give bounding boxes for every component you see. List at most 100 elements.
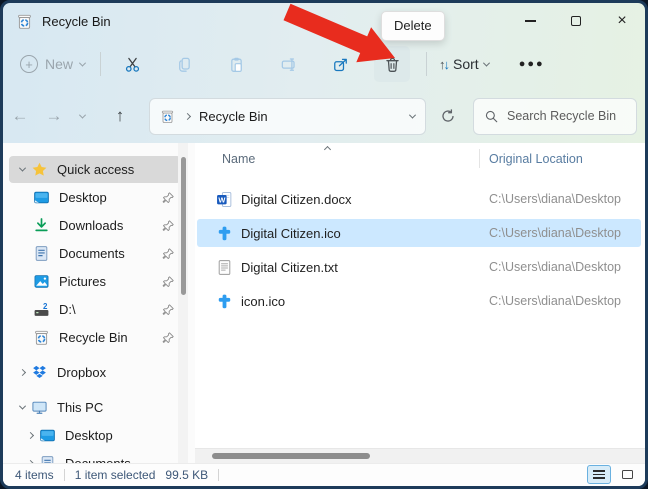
search-input[interactable]	[507, 109, 626, 123]
pin-icon	[162, 275, 175, 288]
chevron-right-icon	[18, 368, 26, 377]
paste-button[interactable]	[218, 46, 254, 82]
file-name: Digital Citizen.ico	[241, 225, 341, 241]
pin-icon	[162, 303, 175, 316]
share-icon	[333, 58, 347, 71]
clipboard-icon	[230, 57, 242, 72]
copy-button[interactable]	[166, 46, 202, 82]
address-box[interactable]: Recycle Bin	[149, 97, 426, 135]
window-title: Recycle Bin	[42, 13, 111, 29]
sidebar-item-desktop[interactable]: Desktop	[9, 184, 181, 211]
close-button[interactable]: ×	[599, 3, 645, 39]
sidebar-item-label: Desktop	[65, 428, 113, 443]
sort-ascending-icon	[323, 145, 332, 154]
file-row[interactable]: icon.ico C:\Users\diana\Desktop	[197, 287, 641, 315]
column-divider[interactable]	[479, 149, 480, 168]
star-icon	[31, 161, 48, 178]
desktop-icon	[39, 427, 56, 444]
maximize-button[interactable]	[553, 3, 599, 39]
file-name: icon.ico	[241, 293, 286, 309]
breadcrumb[interactable]: Recycle Bin	[199, 109, 268, 124]
rename-button[interactable]	[270, 46, 306, 82]
navigation-bar: ← → ↑ Recycle Bin	[3, 91, 645, 141]
sidebar-item-label: Dropbox	[57, 365, 107, 380]
sidebar-item-d-drive[interactable]: 2 D:\	[9, 296, 181, 323]
new-button[interactable]: + New	[20, 55, 87, 73]
status-bar: 4 items 1 item selected 99.5 KB	[3, 463, 645, 486]
see-more-button[interactable]: ●●●	[519, 58, 545, 70]
sidebar-item-downloads[interactable]: Downloads	[9, 212, 181, 239]
rename-icon	[281, 57, 295, 71]
drive-icon: 2	[33, 301, 50, 318]
title-bar: Recycle Bin ×	[3, 3, 645, 39]
sidebar-item-this-pc[interactable]: This PC	[9, 394, 181, 421]
text-document-icon	[216, 259, 233, 276]
status-divider	[218, 469, 220, 481]
plus-icon: +	[20, 55, 38, 73]
forward-button[interactable]: →	[37, 106, 71, 126]
share-button[interactable]	[322, 46, 358, 82]
column-header-original-location[interactable]: Original Location	[489, 152, 583, 166]
sidebar-item-dropbox[interactable]: Dropbox	[9, 359, 181, 386]
navigation-pane: Quick access Desktop Downloads Documents…	[3, 143, 195, 471]
sidebar-item-label: Desktop	[59, 190, 107, 205]
refresh-button[interactable]	[431, 108, 465, 124]
sidebar-item-documents[interactable]: Documents	[9, 240, 181, 267]
recent-locations-button[interactable]	[71, 111, 93, 119]
horizontal-scrollbar-thumb[interactable]	[212, 453, 370, 459]
sidebar-item-label: Downloads	[59, 218, 124, 233]
word-document-icon: W	[216, 191, 233, 208]
details-view-button[interactable]	[587, 465, 611, 484]
chevron-down-icon	[482, 59, 490, 67]
ico-file-icon	[216, 293, 233, 310]
sidebar-item-label: This PC	[57, 400, 104, 415]
back-button[interactable]: ←	[3, 106, 37, 126]
chevron-right-icon	[183, 112, 192, 120]
cut-button[interactable]	[114, 46, 150, 82]
sort-button[interactable]: ↑↓ Sort	[439, 56, 490, 72]
sort-button-label: Sort	[453, 56, 479, 72]
recycle-bin-icon	[18, 14, 31, 29]
file-row[interactable]: W Digital Citizen.docx C:\Users\diana\De…	[197, 185, 641, 213]
pin-icon	[162, 247, 175, 260]
pin-icon	[162, 191, 175, 204]
address-dropdown-button[interactable]	[408, 111, 417, 119]
sidebar-item-recycle-bin[interactable]: Recycle Bin	[9, 324, 181, 351]
sidebar-scrollbar-thumb[interactable]	[181, 157, 186, 295]
sidebar-item-desktop-pc[interactable]: Desktop	[9, 422, 181, 449]
delete-tooltip: Delete	[381, 11, 445, 41]
toolbar-divider	[100, 52, 102, 76]
desktop-icon	[33, 189, 50, 206]
search-icon	[485, 110, 498, 122]
file-row[interactable]: Digital Citizen.txt C:\Users\diana\Deskt…	[197, 253, 641, 281]
selection-size: 99.5 KB	[165, 468, 209, 482]
ico-file-icon	[216, 225, 233, 242]
sidebar-item-label: Quick access	[57, 162, 135, 177]
close-icon: ×	[617, 12, 627, 29]
large-icons-view-button[interactable]	[615, 465, 639, 484]
this-pc-icon	[31, 399, 48, 416]
pictures-icon	[33, 273, 50, 290]
column-header-name[interactable]: Name	[222, 152, 255, 166]
horizontal-scrollbar-track[interactable]	[195, 448, 645, 463]
content-area: Quick access Desktop Downloads Documents…	[3, 143, 645, 471]
documents-icon	[33, 245, 50, 262]
sidebar-item-pictures[interactable]: Pictures	[9, 268, 181, 295]
svg-text:W: W	[218, 195, 225, 204]
chevron-down-icon	[78, 111, 86, 119]
sidebar-item-quick-access[interactable]: Quick access	[9, 156, 181, 183]
file-original-location: C:\Users\diana\Desktop	[489, 192, 622, 206]
up-button[interactable]: ↑	[103, 106, 137, 126]
trash-icon	[385, 57, 399, 72]
search-box[interactable]	[473, 97, 637, 135]
pin-icon	[162, 219, 175, 232]
column-headers: Name Original Location	[195, 143, 645, 173]
minimize-button[interactable]	[507, 3, 553, 39]
details-view-icon	[593, 470, 605, 479]
file-original-location: C:\Users\diana\Desktop	[489, 226, 622, 240]
delete-button[interactable]	[374, 46, 411, 82]
sidebar-item-label: Pictures	[59, 274, 106, 289]
downloads-icon	[33, 217, 50, 234]
file-row-selected[interactable]: Digital Citizen.ico C:\Users\diana\Deskt…	[197, 219, 641, 247]
pin-icon	[162, 331, 175, 344]
